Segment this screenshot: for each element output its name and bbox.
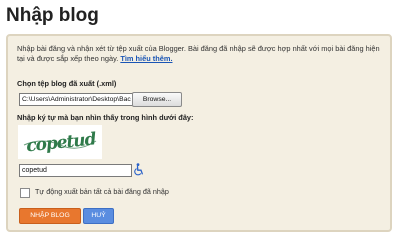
import-blog-page: Nhập blog Nhập bài đăng và nhận xét từ t… (0, 0, 400, 245)
browse-button[interactable]: Browse... (132, 92, 182, 107)
captcha-input[interactable] (19, 164, 132, 177)
captcha-graphic: copetud (18, 125, 102, 159)
captcha-image: copetud (18, 125, 102, 159)
cancel-button[interactable]: HUỶ (83, 208, 114, 224)
auto-publish-label: Tự động xuất bản tất cả bài đăng đã nhập (35, 187, 169, 196)
learn-more-link[interactable]: Tìm hiểu thêm. (120, 54, 172, 63)
intro-text: Nhập bài đăng và nhận xét từ tệp xuất củ… (17, 44, 387, 64)
import-blog-button[interactable]: NHẬP BLOG (19, 208, 81, 224)
file-path-input[interactable]: C:\Users\Administrator\Desktop\Bac (19, 93, 133, 106)
file-label: Chọn tệp blog đã xuất (.xml) (17, 79, 117, 88)
import-panel: Nhập bài đăng và nhận xét từ tệp xuất củ… (6, 34, 392, 232)
page-title: Nhập blog (6, 5, 99, 26)
auto-publish-checkbox[interactable] (20, 188, 30, 198)
wheelchair-icon[interactable] (134, 163, 144, 176)
intro-description: Nhập bài đăng và nhận xét từ tệp xuất củ… (17, 44, 380, 63)
captcha-label: Nhập ký tự mà bạn nhìn thấy trong hình d… (17, 113, 194, 122)
